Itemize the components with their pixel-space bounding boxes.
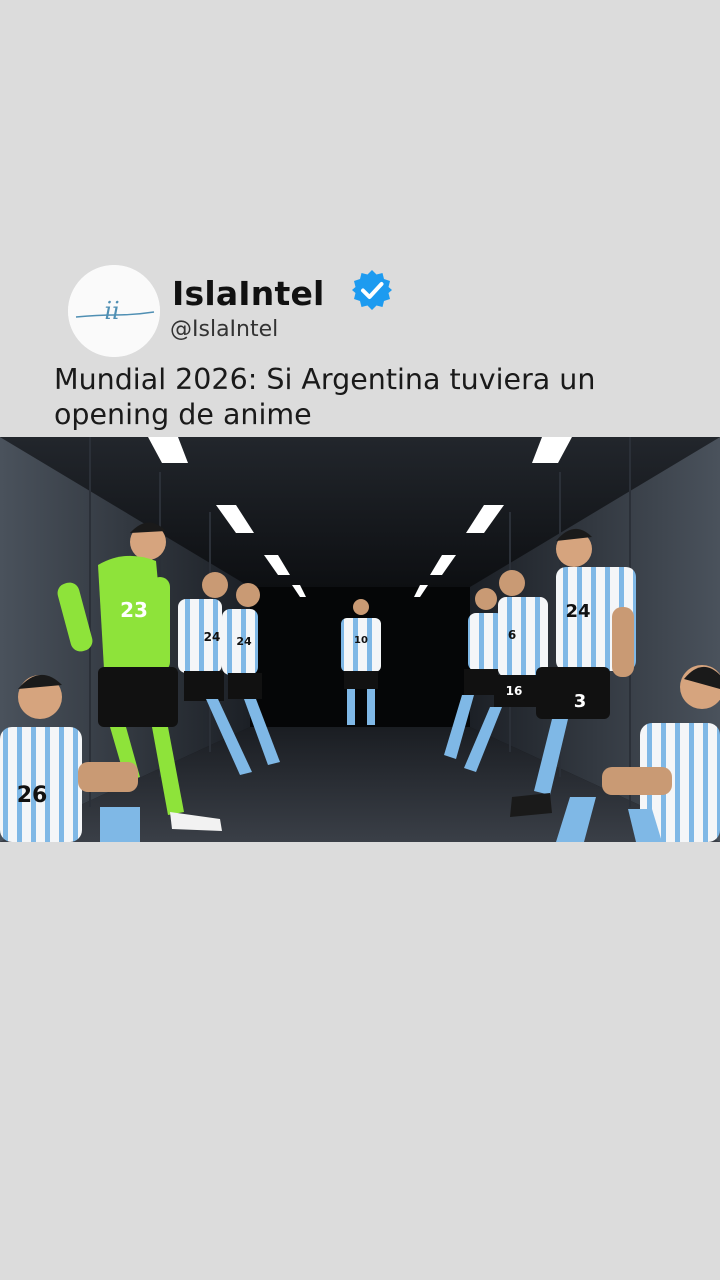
- post-header: ii IslaIntel @IslaIntel: [0, 260, 720, 370]
- islaintel-logo-icon: ii: [68, 265, 160, 357]
- logo-text: ii: [104, 297, 119, 325]
- post-image[interactable]: 10 23 24 24 26 6 16 24 3: [0, 437, 720, 842]
- jersey-number-6: 6: [508, 628, 516, 642]
- jersey-number-3: 3: [574, 691, 587, 712]
- post-headline: Mundial 2026: Si Argentina tuviera un op…: [54, 363, 596, 431]
- author-name[interactable]: IslaIntel: [172, 274, 325, 313]
- jersey-number-26: 26: [17, 783, 48, 808]
- verified-badge-icon: [352, 270, 392, 310]
- jersey-number-24b: 24: [236, 635, 252, 648]
- jersey-number-16: 16: [506, 684, 523, 698]
- author-handle[interactable]: @IslaIntel: [170, 317, 278, 342]
- jersey-number-23: 23: [120, 598, 148, 622]
- jersey-number-24c: 24: [565, 601, 590, 622]
- argentina-anime-tunnel-illustration: 10 23 24 24 26 6 16 24 3: [0, 437, 720, 842]
- avatar[interactable]: ii: [68, 265, 160, 357]
- jersey-number-24a: 24: [204, 630, 221, 644]
- jersey-number-10: 10: [354, 635, 368, 646]
